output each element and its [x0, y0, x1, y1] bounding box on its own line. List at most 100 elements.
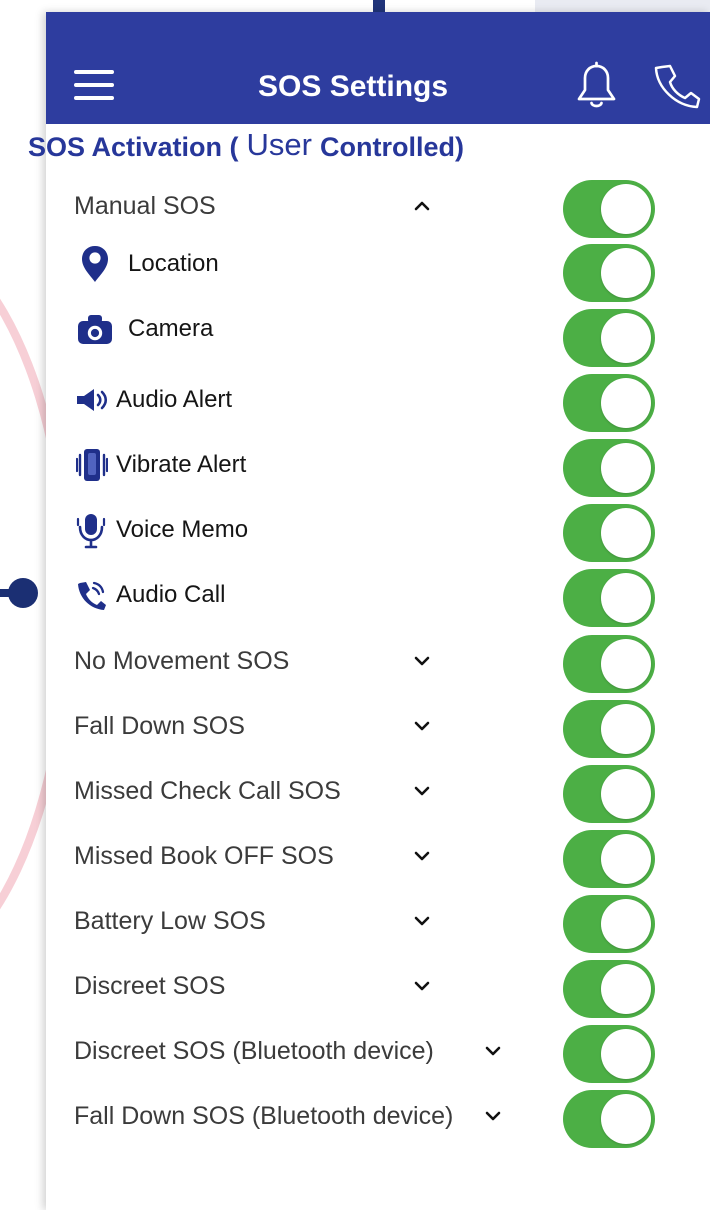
app-header: SOS Settings	[46, 12, 710, 124]
audio-alert-icon-wrap	[74, 380, 110, 420]
audio-call-toggle[interactable]	[563, 569, 655, 627]
location-icon-wrap	[80, 244, 110, 284]
bell-icon	[577, 61, 616, 108]
discreet-sos-expand-button[interactable]	[407, 971, 437, 1001]
toggle-knob	[601, 508, 651, 558]
audio-call-row: Audio Call	[0, 569, 664, 640]
microphone-icon	[76, 514, 106, 549]
discreet-sos-bluetooth-row: Discreet SOS (Bluetooth device)	[0, 1025, 664, 1096]
manual-sos-toggle[interactable]	[563, 180, 655, 238]
missed-book-off-sos-expand-button[interactable]	[407, 841, 437, 871]
section-heading-user: User	[246, 127, 312, 162]
battery-low-sos-expand-button[interactable]	[407, 906, 437, 936]
missed-book-off-sos-toggle[interactable]	[563, 830, 655, 888]
fall-down-sos-bluetooth-row: Fall Down SOS (Bluetooth device)	[0, 1090, 664, 1161]
menu-line-bottom	[74, 96, 114, 100]
location-toggle[interactable]	[563, 244, 655, 302]
battery-low-sos-label: Battery Low SOS	[74, 907, 266, 935]
audio-alert-toggle[interactable]	[563, 374, 655, 432]
discreet-sos-bluetooth-toggle[interactable]	[563, 1025, 655, 1083]
phone-icon	[654, 64, 701, 109]
no-movement-sos-row: No Movement SOS	[0, 635, 664, 706]
toggle-knob	[601, 378, 651, 428]
toggle-knob	[601, 769, 651, 819]
camera-icon-wrap	[76, 309, 114, 349]
chevron-down-icon	[414, 981, 430, 991]
chevron-down-icon	[414, 916, 430, 926]
discreet-sos-bluetooth-expand-button[interactable]	[478, 1036, 508, 1066]
audio-call-label: Audio Call	[116, 581, 226, 608]
chevron-up-icon	[414, 201, 430, 211]
missed-book-off-sos-label: Missed Book OFF SOS	[74, 842, 334, 870]
manual-sos-label: Manual SOS	[74, 192, 216, 220]
vibrate-alert-label: Vibrate Alert	[116, 451, 247, 478]
menu-button[interactable]	[74, 66, 114, 102]
vibrate-alert-icon-wrap	[76, 445, 108, 485]
vibrate-alert-row: Vibrate Alert	[0, 439, 664, 510]
fall-down-sos-toggle[interactable]	[563, 700, 655, 758]
call-button[interactable]	[650, 60, 702, 112]
missed-book-off-sos-row: Missed Book OFF SOS	[0, 830, 664, 901]
no-movement-sos-label: No Movement SOS	[74, 647, 290, 675]
battery-low-sos-toggle[interactable]	[563, 895, 655, 953]
manual-sos-collapse-button[interactable]	[407, 191, 437, 221]
location-label: Location	[128, 250, 219, 277]
menu-line-middle	[74, 83, 114, 87]
vibrate-icon	[76, 449, 108, 481]
toggle-knob	[601, 639, 651, 689]
menu-line-top	[74, 70, 114, 74]
fall-down-sos-bluetooth-expand-button[interactable]	[478, 1101, 508, 1131]
toggle-knob	[601, 184, 651, 234]
missed-check-call-sos-label: Missed Check Call SOS	[74, 777, 341, 805]
no-movement-sos-expand-button[interactable]	[407, 646, 437, 676]
chevron-down-icon	[485, 1046, 501, 1056]
notification-button[interactable]	[574, 61, 619, 111]
fall-down-sos-bluetooth-label: Fall Down SOS (Bluetooth device)	[74, 1102, 454, 1130]
discreet-sos-row: Discreet SOS	[0, 960, 664, 1031]
section-heading-prefix: SOS Activation (	[28, 132, 239, 162]
battery-low-sos-row: Battery Low SOS	[0, 895, 664, 966]
fall-down-sos-bluetooth-toggle[interactable]	[563, 1090, 655, 1148]
voice-memo-row: Voice Memo	[0, 504, 664, 575]
toggle-knob	[601, 899, 651, 949]
chevron-down-icon	[414, 786, 430, 796]
toggle-knob	[601, 1029, 651, 1079]
location-pin-icon	[82, 246, 108, 282]
camera-label: Camera	[128, 315, 214, 342]
voice-memo-icon-wrap	[76, 510, 106, 550]
toggle-knob	[601, 443, 651, 493]
missed-check-call-sos-row: Missed Check Call SOS	[0, 765, 664, 836]
toggle-knob	[601, 313, 651, 363]
chevron-down-icon	[414, 656, 430, 666]
discreet-sos-label: Discreet SOS	[74, 972, 226, 1000]
toggle-knob	[601, 1094, 651, 1144]
audio-call-icon-wrap	[74, 575, 108, 615]
audio-alert-label: Audio Alert	[116, 386, 233, 413]
fall-down-sos-row: Fall Down SOS	[0, 700, 664, 771]
vibrate-alert-toggle[interactable]	[563, 439, 655, 497]
toggle-knob	[601, 964, 651, 1014]
toggle-knob	[601, 704, 651, 754]
location-row: Location	[0, 244, 664, 309]
fall-down-sos-label: Fall Down SOS	[74, 712, 245, 740]
discreet-sos-bluetooth-label: Discreet SOS (Bluetooth device)	[74, 1037, 434, 1065]
background-top-band	[535, 0, 710, 12]
no-movement-sos-toggle[interactable]	[563, 635, 655, 693]
camera-toggle[interactable]	[563, 309, 655, 367]
fall-down-sos-expand-button[interactable]	[407, 711, 437, 741]
voice-memo-toggle[interactable]	[563, 504, 655, 562]
missed-check-call-sos-expand-button[interactable]	[407, 776, 437, 806]
chevron-down-icon	[414, 851, 430, 861]
background-top-stroke	[373, 0, 385, 12]
missed-check-call-sos-toggle[interactable]	[563, 765, 655, 823]
section-heading: SOS Activation (User Controlled)	[28, 127, 464, 164]
voice-memo-label: Voice Memo	[116, 516, 249, 543]
audio-alert-row: Audio Alert	[0, 374, 664, 445]
toggle-knob	[601, 834, 651, 884]
phone-call-icon	[78, 581, 106, 610]
discreet-sos-toggle[interactable]	[563, 960, 655, 1018]
camera-row: Camera	[0, 309, 664, 374]
camera-icon	[78, 315, 112, 344]
chevron-down-icon	[485, 1111, 501, 1121]
page-title: SOS Settings	[258, 70, 449, 103]
